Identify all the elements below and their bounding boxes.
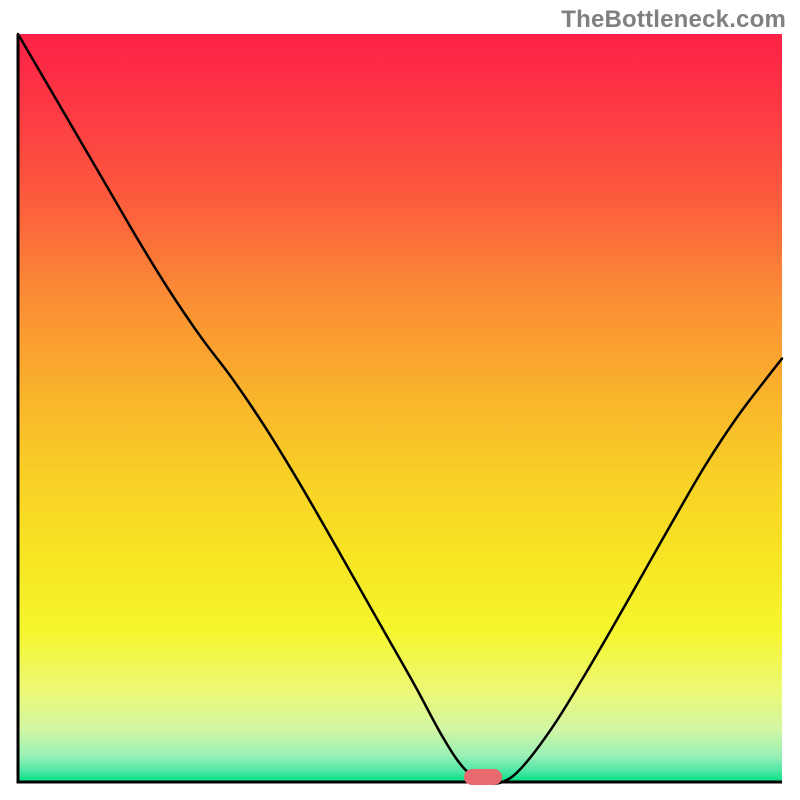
chart-frame: TheBottleneck.com xyxy=(0,0,800,800)
bottleneck-chart xyxy=(0,0,800,800)
plot-background xyxy=(18,34,782,782)
watermark-text: TheBottleneck.com xyxy=(561,6,786,34)
optimal-point-marker xyxy=(464,769,502,785)
